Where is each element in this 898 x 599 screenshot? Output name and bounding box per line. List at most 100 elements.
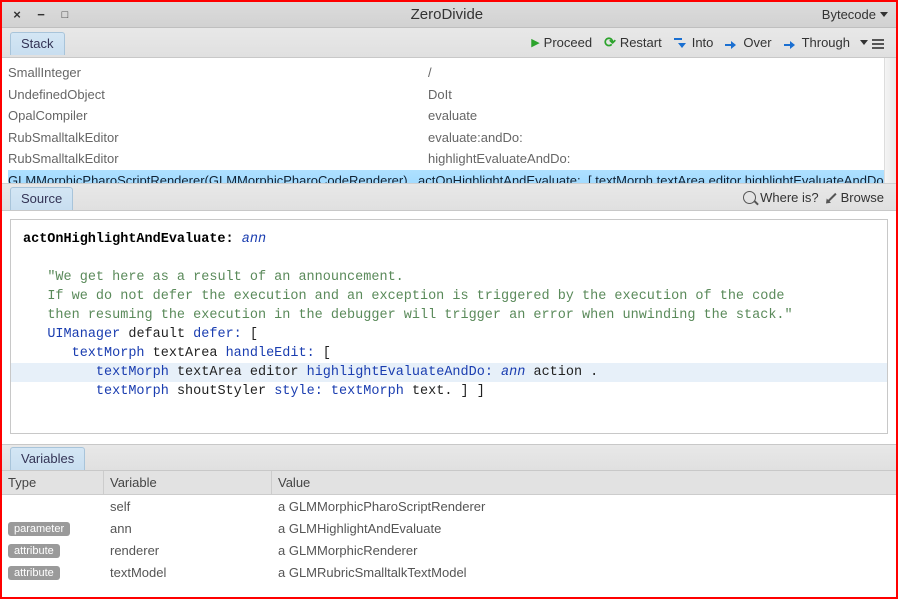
variables-rows: self a GLMMorphicPharoScriptRenderer par… — [2, 495, 896, 597]
var-name: ann — [104, 519, 272, 538]
play-icon: ▶ — [531, 36, 539, 49]
type-pill: attribute — [8, 544, 60, 558]
whereis-label: Where is? — [760, 190, 819, 205]
stack-class: SmallInteger — [8, 62, 428, 84]
scrollbar[interactable] — [884, 58, 896, 183]
src-t: style: — [274, 384, 323, 399]
proceed-label: Proceed — [544, 35, 592, 50]
stack-row[interactable]: OpalCompiler evaluate — [8, 105, 884, 127]
col-variable[interactable]: Variable — [104, 471, 272, 494]
toolbar-menu[interactable] — [856, 35, 890, 51]
stack-class: RubSmalltalkEditor — [8, 127, 428, 149]
var-type: parameter — [2, 518, 104, 538]
stack-row[interactable]: UndefinedObject DoIt — [8, 84, 884, 106]
var-value: a GLMMorphicRenderer — [272, 541, 896, 560]
src-t: ann — [501, 365, 525, 380]
src-t: UIManager — [47, 327, 120, 342]
stack-row[interactable]: SmallInteger / — [8, 62, 884, 84]
step-through-icon — [784, 36, 798, 50]
stack-row-selected[interactable]: GLMMorphicPharoScriptRenderer(GLMMorphic… — [8, 170, 884, 184]
titlebar: × − □ ZeroDivide Bytecode — [2, 2, 896, 28]
src-t: textMorph — [96, 365, 169, 380]
minimize-icon[interactable]: − — [34, 7, 48, 22]
stack-method: actOnHighlightAndEvaluate: — [418, 170, 588, 184]
over-button[interactable]: Over — [719, 33, 777, 52]
src-t: shoutStyler — [177, 384, 266, 399]
stack-class: RubSmalltalkEditor — [8, 148, 428, 170]
chevron-down-icon — [880, 12, 888, 17]
stack-block: [ textMorph textArea editor highlightEva… — [588, 170, 884, 184]
stack-class: GLMMorphicPharoScriptRenderer(GLMMorphic… — [8, 170, 418, 184]
maximize-icon[interactable]: □ — [58, 9, 72, 21]
src-t: textMorph — [331, 384, 404, 399]
source-comment: then resuming the execution in the debug… — [47, 308, 792, 323]
close-icon[interactable]: × — [10, 7, 24, 22]
stack-method: evaluate:andDo: — [428, 127, 884, 149]
col-type[interactable]: Type — [2, 471, 104, 494]
mode-label: Bytecode — [822, 7, 876, 22]
stack-list[interactable]: SmallInteger / UndefinedObject DoIt Opal… — [2, 58, 884, 183]
into-label: Into — [692, 35, 714, 50]
variable-row[interactable]: self a GLMMorphicPharoScriptRenderer — [2, 495, 896, 517]
variable-row[interactable]: attribute renderer a GLMMorphicRenderer — [2, 539, 896, 561]
src-t: handleEdit: — [226, 346, 315, 361]
mode-dropdown[interactable]: Bytecode — [822, 7, 890, 22]
restart-button[interactable]: ⟳ Restart — [598, 32, 668, 53]
stack-row[interactable]: RubSmalltalkEditor evaluate:andDo: — [8, 127, 884, 149]
src-t: textMorph — [96, 384, 169, 399]
into-button[interactable]: Into — [668, 33, 720, 52]
var-value: a GLMHighlightAndEvaluate — [272, 519, 896, 538]
content-area: SmallInteger / UndefinedObject DoIt Opal… — [2, 58, 896, 597]
browse-label: Browse — [841, 190, 884, 205]
stack-method: highlightEvaluateAndDo: — [428, 148, 884, 170]
step-over-icon — [725, 36, 739, 50]
window-controls: × − □ — [6, 7, 72, 22]
variables-panel: Type Variable Value self a GLMMorphicPha… — [2, 471, 896, 597]
stack-class: UndefinedObject — [8, 84, 428, 106]
chevron-down-icon — [860, 40, 868, 45]
src-t: action — [533, 365, 582, 380]
stack-class: OpalCompiler — [8, 105, 428, 127]
tab-source[interactable]: Source — [10, 187, 73, 210]
var-name: self — [104, 497, 272, 516]
var-type — [2, 504, 104, 508]
tab-stack[interactable]: Stack — [10, 32, 65, 55]
tab-variables[interactable]: Variables — [10, 447, 85, 470]
variables-toolbar: Variables — [2, 444, 896, 471]
var-name: textModel — [104, 563, 272, 582]
source-panel: actOnHighlightAndEvaluate: ann "We get h… — [2, 211, 896, 444]
restart-icon: ⟳ — [604, 34, 616, 51]
over-label: Over — [743, 35, 771, 50]
source-editor[interactable]: actOnHighlightAndEvaluate: ann "We get h… — [10, 219, 888, 434]
var-value: a GLMMorphicPharoScriptRenderer — [272, 497, 896, 516]
src-t: textArea — [153, 346, 218, 361]
stack-method: DoIt — [428, 84, 884, 106]
src-t: defer: — [193, 327, 242, 342]
proceed-button[interactable]: ▶ Proceed — [525, 33, 598, 52]
source-selector: actOnHighlightAndEvaluate: — [23, 232, 234, 247]
variable-row[interactable]: parameter ann a GLMHighlightAndEvaluate — [2, 517, 896, 539]
src-t: highlightEvaluateAndDo: — [307, 365, 493, 380]
src-t: textMorph — [72, 346, 145, 361]
col-value[interactable]: Value — [272, 471, 896, 494]
var-name: renderer — [104, 541, 272, 560]
source-highlight-line: textMorph textArea editor highlightEvalu… — [11, 363, 887, 382]
stack-method: / — [428, 62, 884, 84]
stack-panel: SmallInteger / UndefinedObject DoIt Opal… — [2, 58, 896, 184]
src-t: editor — [250, 365, 299, 380]
through-label: Through — [802, 35, 850, 50]
src-t: textArea — [177, 365, 242, 380]
debugger-window: × − □ ZeroDivide Bytecode Stack ▶ Procee… — [0, 0, 898, 599]
stack-toolbar: Stack ▶ Proceed ⟳ Restart Into Over Thro… — [2, 28, 896, 58]
whereis-button[interactable]: Where is? — [737, 188, 825, 207]
variable-row[interactable]: attribute textModel a GLMRubricSmalltalk… — [2, 561, 896, 583]
stack-row[interactable]: RubSmalltalkEditor highlightEvaluateAndD… — [8, 148, 884, 170]
through-button[interactable]: Through — [778, 33, 856, 52]
source-arg: ann — [242, 232, 266, 247]
window-title: ZeroDivide — [72, 6, 822, 23]
source-toolbar: Source Where is? Browse — [2, 184, 896, 211]
var-type: attribute — [2, 562, 104, 582]
browse-button[interactable]: Browse — [825, 188, 890, 207]
var-type: attribute — [2, 540, 104, 560]
src-t: default — [128, 327, 185, 342]
